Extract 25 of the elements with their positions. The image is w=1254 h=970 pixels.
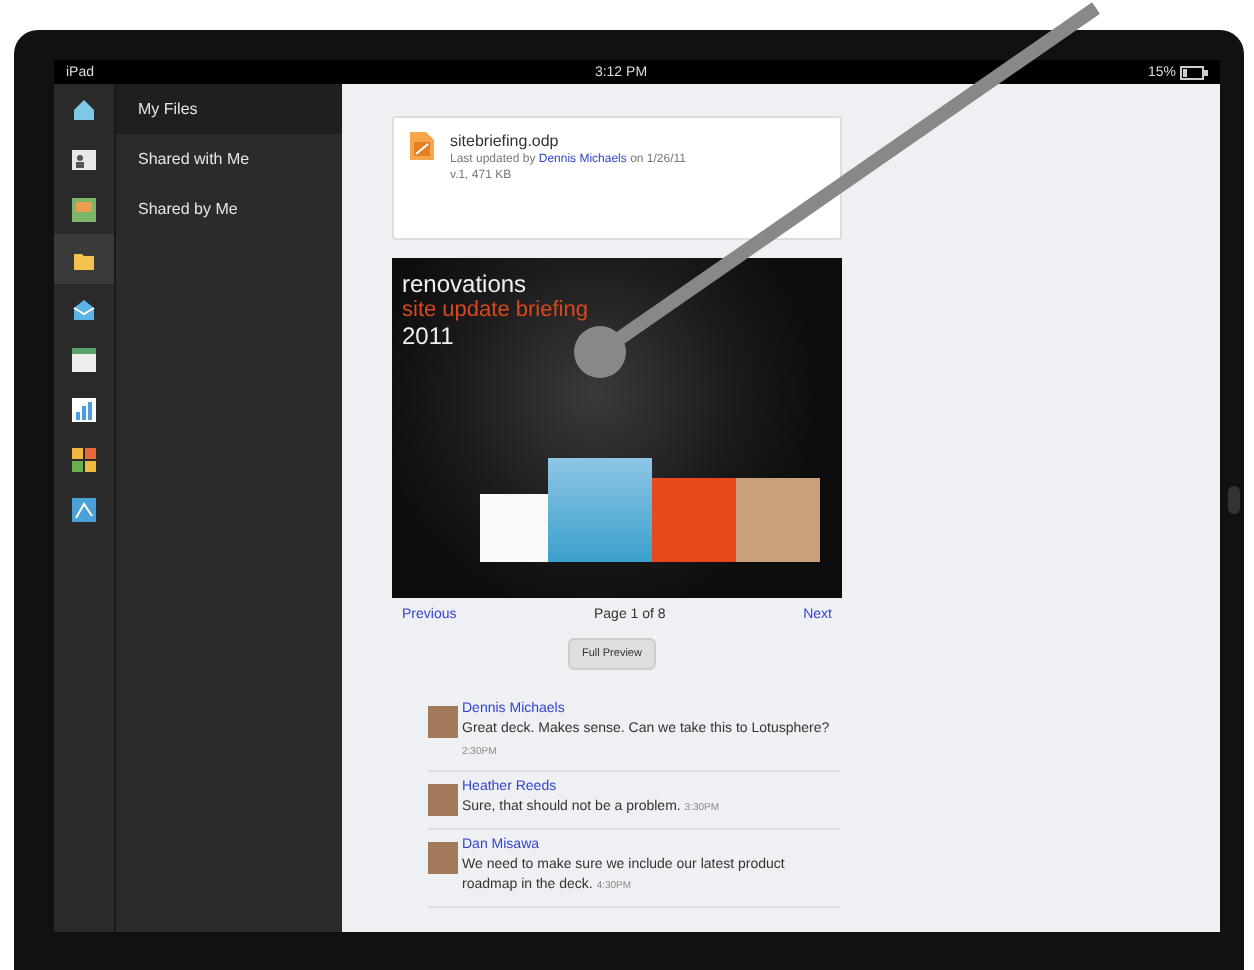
photo-placeholder <box>548 458 652 562</box>
slide-tile <box>652 478 736 562</box>
slide-tile <box>480 494 548 562</box>
contacts-icon <box>72 147 96 171</box>
home-icon <box>72 97 96 121</box>
mail-icon <box>72 297 96 321</box>
slide-title: renovations <box>402 270 529 298</box>
grid-icon <box>72 447 96 471</box>
menu-item[interactable]: Shared by Me <box>116 184 342 234</box>
battery-icon <box>1179 65 1208 79</box>
map-icon <box>72 497 96 521</box>
photos-icon <box>72 197 96 221</box>
app-icon-tab[interactable] <box>54 234 114 284</box>
menu-item[interactable]: Shared with Me <box>116 134 342 184</box>
avatar <box>428 784 458 816</box>
photo-placeholder <box>736 478 820 562</box>
calendar-icon <box>72 347 96 371</box>
slide-year: 2011 <box>402 322 456 350</box>
avatar <box>428 841 458 873</box>
slide-subtitle: site update briefing <box>402 298 590 322</box>
file-name: sitebriefing.odp <box>450 132 561 150</box>
avatar <box>428 706 458 738</box>
menu-item[interactable]: My Files <box>116 84 342 134</box>
chart-icon <box>72 397 96 421</box>
presentation-file-icon <box>410 132 434 160</box>
